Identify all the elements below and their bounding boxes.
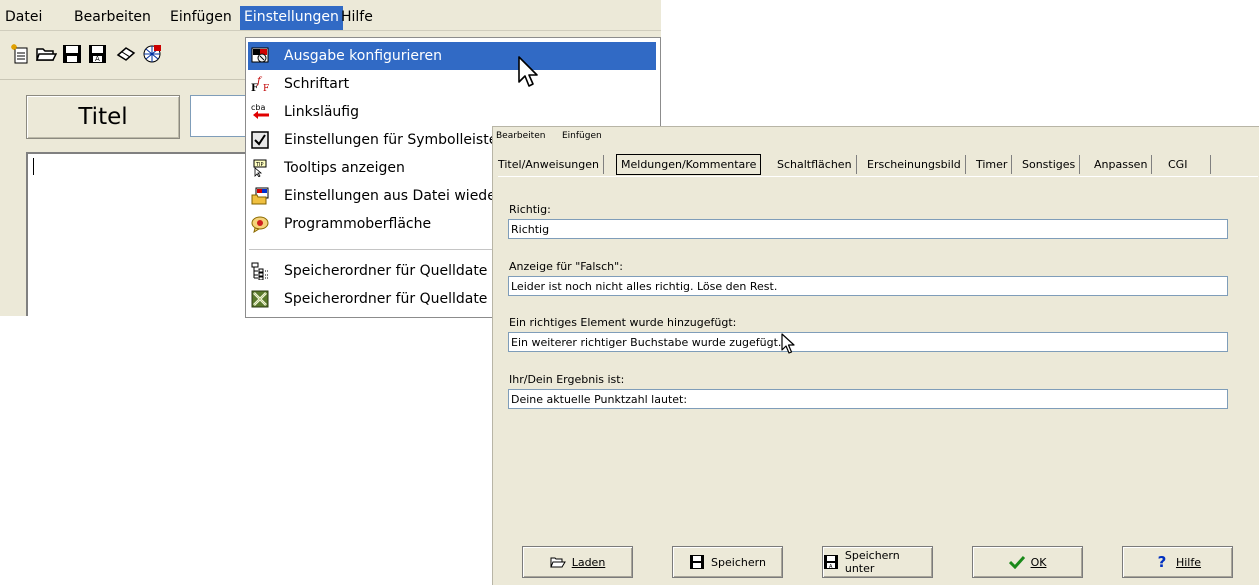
tab-schaltflaechen[interactable]: Schaltflächen bbox=[773, 155, 857, 174]
save-button[interactable]: Speichern bbox=[672, 546, 783, 578]
new-file-icon[interactable] bbox=[8, 41, 32, 67]
tab-titel-anweisungen[interactable]: Titel/Anweisungen bbox=[494, 155, 604, 174]
dialog-menubar: Bearbeiten Einfügen bbox=[493, 127, 1259, 147]
menu-item-configure-output[interactable]: Ausgabe konfigurieren bbox=[248, 42, 656, 70]
load-settings-icon bbox=[251, 187, 269, 205]
interface-icon bbox=[251, 215, 269, 234]
input-element-hinzugefuegt[interactable]: Ein weiterer richtiger Buchstabe wurde z… bbox=[508, 332, 1228, 352]
tooltip-icon: TIP bbox=[251, 159, 269, 178]
tab-strip: Titel/Anweisungen Meldungen/Kommentare S… bbox=[493, 154, 1259, 178]
svg-text:cba: cba bbox=[251, 103, 265, 112]
toolbar-settings-icon bbox=[251, 131, 269, 149]
menu-einstellungen[interactable]: Einstellungen bbox=[240, 6, 343, 30]
dialog-menu-bearbeiten[interactable]: Bearbeiten bbox=[496, 131, 545, 141]
help-question-icon: ? bbox=[1157, 553, 1167, 571]
svg-text:TIP: TIP bbox=[255, 162, 264, 168]
right-to-left-icon: cba bbox=[251, 103, 269, 121]
menu-item-font[interactable]: FfF Schriftart bbox=[248, 70, 656, 98]
menu-hilfe[interactable]: Hilfe bbox=[337, 7, 377, 27]
folder-x-icon bbox=[251, 290, 269, 308]
label-richtig: Richtig: bbox=[509, 203, 551, 216]
tab-sonstiges[interactable]: Sonstiges bbox=[1018, 155, 1081, 174]
configure-output-icon bbox=[251, 47, 269, 65]
load-button[interactable]: Laden bbox=[522, 546, 633, 578]
tab-timer[interactable]: Timer bbox=[972, 155, 1013, 174]
save-icon bbox=[689, 555, 705, 569]
input-falsch[interactable]: Leider ist noch nicht alles richtig. Lös… bbox=[508, 276, 1228, 296]
main-menubar: Datei Bearbeiten Einfügen Einstellungen … bbox=[0, 0, 661, 31]
tab-anpassen[interactable]: Anpassen bbox=[1090, 155, 1153, 174]
menu-item-right-to-left[interactable]: cba Linksläufig bbox=[248, 98, 656, 126]
label-element-hinzugefuegt: Ein richtiges Element wurde hinzugefügt: bbox=[509, 316, 737, 329]
svg-text:F: F bbox=[263, 84, 269, 93]
menu-datei[interactable]: Datei bbox=[1, 7, 46, 27]
eraser-icon[interactable] bbox=[114, 41, 138, 67]
folder-tree-icon bbox=[251, 262, 269, 281]
open-folder-icon[interactable] bbox=[34, 41, 58, 67]
svg-text:A: A bbox=[829, 564, 833, 569]
help-button[interactable]: ? Hilfe bbox=[1122, 546, 1233, 578]
web-export-icon[interactable] bbox=[140, 41, 164, 67]
svg-text:A: A bbox=[95, 55, 100, 63]
svg-text:f: f bbox=[256, 76, 263, 87]
title-button[interactable]: Titel bbox=[26, 95, 180, 139]
mouse-cursor-icon bbox=[781, 333, 795, 354]
input-richtig[interactable]: Richtig bbox=[508, 219, 1228, 239]
save-as-icon[interactable]: A bbox=[86, 41, 110, 67]
mouse-cursor-icon bbox=[518, 56, 538, 87]
ok-button[interactable]: OK bbox=[972, 546, 1083, 578]
menu-einfuegen[interactable]: Einfügen bbox=[166, 7, 236, 27]
save-icon[interactable] bbox=[60, 41, 84, 67]
input-ergebnis[interactable]: Deine aktuelle Punktzahl lautet: bbox=[508, 389, 1228, 409]
menu-bearbeiten[interactable]: Bearbeiten bbox=[70, 7, 155, 27]
save-as-button[interactable]: A Speichern unter bbox=[822, 546, 933, 578]
save-as-icon: A bbox=[823, 555, 839, 569]
checkmark-icon bbox=[1008, 555, 1025, 569]
label-falsch: Anzeige für "Falsch": bbox=[509, 260, 623, 273]
dialog-button-bar: Laden Speichern A Speichern unter OK ? H… bbox=[493, 538, 1259, 585]
dialog-menu-einfuegen[interactable]: Einfügen bbox=[562, 131, 602, 141]
open-folder-icon bbox=[549, 555, 566, 569]
label-ergebnis: Ihr/Dein Ergebnis ist: bbox=[509, 373, 625, 386]
options-dialog: Bearbeiten Einfügen Titel/Anweisungen Me… bbox=[492, 126, 1259, 585]
font-icon: FfF bbox=[251, 75, 269, 94]
tab-meldungen-kommentare[interactable]: Meldungen/Kommentare bbox=[616, 154, 762, 175]
text-caret bbox=[33, 158, 34, 175]
tab-erscheinungsbild[interactable]: Erscheinungsbild bbox=[863, 155, 966, 174]
tab-cgi[interactable]: CGI bbox=[1164, 155, 1211, 174]
